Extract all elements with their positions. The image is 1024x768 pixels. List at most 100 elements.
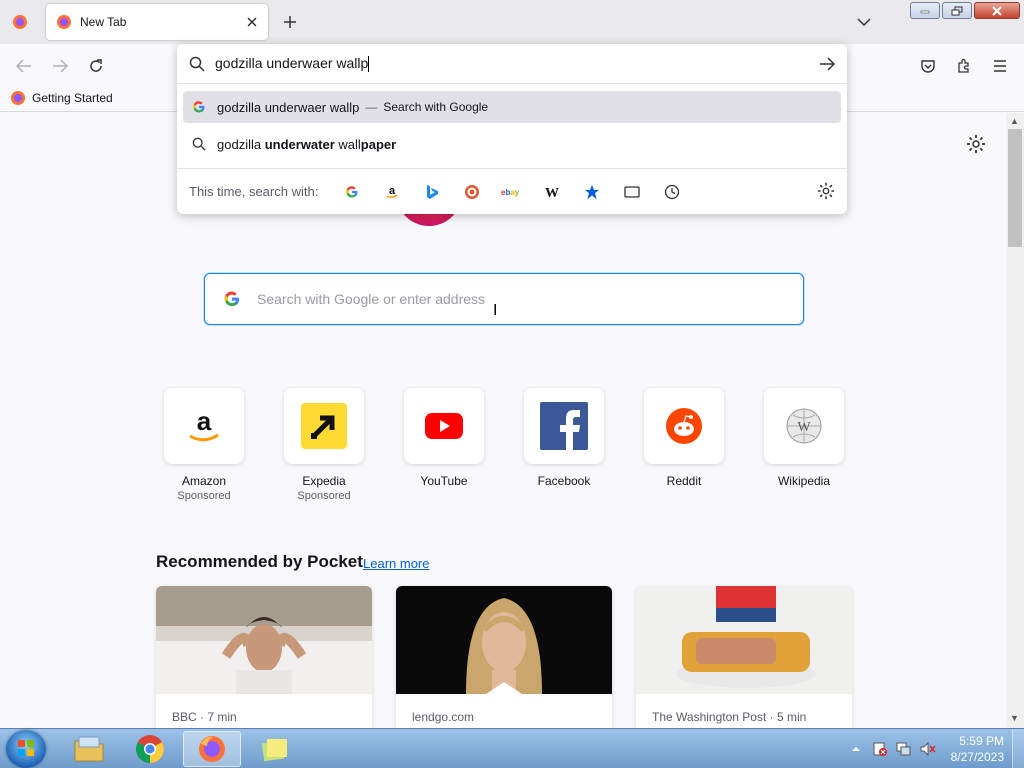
tab-icon — [624, 185, 640, 198]
scrollbar-thumb[interactable] — [1008, 129, 1022, 247]
firefox-view-button[interactable] — [6, 8, 34, 36]
show-hidden-icons-icon[interactable] — [848, 742, 864, 756]
chevron-down-icon — [857, 18, 871, 26]
oneoff-ebay-button[interactable]: ebay — [492, 178, 532, 206]
search-icon — [189, 56, 205, 72]
facebook-icon — [540, 402, 588, 450]
bing-icon — [427, 184, 439, 199]
back-button[interactable] — [10, 52, 38, 80]
go-button[interactable] — [817, 54, 837, 74]
amazon-tile: a — [164, 388, 244, 464]
puzzle-icon — [958, 58, 969, 73]
bookmark-label: Getting Started — [32, 91, 113, 105]
oneoff-history-button[interactable] — [652, 178, 692, 206]
suggestion-bold-2: paper — [360, 136, 397, 152]
oneoff-tabs-button[interactable] — [612, 178, 652, 206]
urlbar-popup: godzilla underwaer wallp godzilla underw… — [177, 44, 847, 214]
page-scrollbar[interactable]: ▲ ▼ — [1006, 113, 1024, 728]
taskbar-firefox[interactable] — [183, 731, 241, 767]
clock-date[interactable]: 8/27/2023 — [951, 750, 1004, 764]
network-icon[interactable] — [896, 742, 912, 756]
expedia-icon — [301, 403, 347, 449]
firefox-icon — [13, 15, 27, 29]
suggestion-mid: wall — [334, 136, 361, 152]
pocket-card[interactable]: BBC · 7 min — [156, 586, 372, 731]
tab-close-button[interactable] — [240, 10, 264, 34]
tab-new-tab[interactable]: New Tab — [46, 4, 268, 40]
restore-button[interactable] — [942, 2, 972, 19]
reload-button[interactable] — [82, 52, 110, 80]
scroll-down-arrow-icon[interactable]: ▼ — [1010, 713, 1019, 723]
pocket-card-source: lendgo.com — [412, 710, 475, 724]
clock-time[interactable]: 5:59 PM — [959, 734, 1004, 748]
bookmark-getting-started[interactable]: Getting Started — [10, 90, 113, 106]
urlbar-result-suggestion[interactable]: godzilla underwater wall paper — [183, 128, 841, 160]
top-site-youtube[interactable]: YouTube — [404, 388, 484, 488]
taskbar-sticky-notes[interactable] — [245, 731, 303, 767]
app-menu-button[interactable] — [986, 52, 1014, 80]
urlbar-result-search[interactable]: godzilla underwaer wallp — Search with G… — [183, 91, 841, 123]
tab-strip: New Tab — [0, 0, 1024, 44]
tile-name: Reddit — [666, 474, 702, 488]
suggestion-prefix: godzilla — [217, 136, 265, 152]
action-center-icon[interactable] — [872, 742, 888, 756]
pocket-heading: Recommended by Pocket — [156, 552, 363, 571]
show-desktop-button[interactable] — [1012, 729, 1024, 768]
newtab-search-box[interactable]: Search with Google or enter address — [204, 273, 804, 325]
taskbar-chrome[interactable] — [121, 731, 179, 767]
top-site-facebook[interactable]: Facebook — [524, 388, 604, 488]
newtab-settings-button[interactable] — [966, 134, 986, 154]
oneoff-amazon-button[interactable]: a — [372, 178, 412, 206]
pocket-card-image — [636, 586, 852, 694]
oneoff-bookmarks-button[interactable] — [572, 178, 612, 206]
expedia-tile — [284, 388, 364, 464]
top-sites: a Amazon Sponsored Expedia Sponsored You… — [164, 388, 854, 508]
arrow-left-icon — [16, 59, 31, 73]
new-tab-button[interactable] — [278, 8, 302, 36]
pocket-learn-more-link[interactable]: Learn more — [363, 556, 429, 571]
urlbar-text: godzilla underwaer wallp — [215, 55, 369, 71]
star-icon — [585, 184, 600, 199]
clock-icon — [665, 184, 680, 199]
list-all-tabs-button[interactable] — [852, 10, 876, 34]
top-site-expedia[interactable]: Expedia Sponsored — [284, 388, 364, 502]
oneoff-google-button[interactable] — [332, 178, 372, 206]
arrow-right-icon — [53, 59, 68, 73]
oneoff-duckduckgo-button[interactable] — [452, 178, 492, 206]
youtube-tile — [404, 388, 484, 464]
reddit-icon — [666, 408, 702, 444]
search-icon — [191, 136, 207, 152]
urlbar[interactable]: godzilla underwaer wallp — [177, 44, 847, 84]
google-icon — [224, 291, 240, 307]
tile-name: Expedia — [302, 474, 346, 488]
search-settings-button[interactable] — [817, 182, 837, 202]
windows-logo-icon — [18, 740, 34, 756]
wikipedia-tile: W — [764, 388, 844, 464]
taskbar-file-explorer[interactable] — [60, 731, 118, 767]
top-site-wikipedia[interactable]: W Wikipedia — [764, 388, 844, 488]
duckduckgo-icon — [465, 184, 480, 199]
reddit-tile — [644, 388, 724, 464]
urlbar-input[interactable]: godzilla underwaer wallp — [215, 55, 805, 73]
firefox-icon — [11, 91, 25, 105]
taskbar: 5:59 PM 8/27/2023 — [0, 728, 1024, 768]
wikipedia-icon: W — [545, 186, 559, 199]
youtube-icon — [425, 413, 463, 439]
arrow-right-icon — [820, 57, 835, 71]
scroll-up-arrow-icon[interactable]: ▲ — [1010, 116, 1019, 126]
save-to-pocket-button[interactable] — [914, 52, 942, 80]
oneoff-bing-button[interactable] — [412, 178, 452, 206]
close-window-button[interactable] — [974, 2, 1020, 19]
result-text: godzilla underwaer wallp — [217, 99, 360, 115]
top-site-reddit[interactable]: Reddit — [644, 388, 724, 488]
pocket-card[interactable]: lendgo.com — [396, 586, 612, 731]
start-button[interactable] — [6, 730, 46, 768]
minimize-button[interactable] — [910, 2, 940, 19]
extensions-button[interactable] — [950, 52, 978, 80]
forward-button[interactable] — [46, 52, 74, 80]
top-site-amazon[interactable]: a Amazon Sponsored — [164, 388, 244, 502]
oneoff-wikipedia-button[interactable]: W — [532, 178, 572, 206]
svg-text:a: a — [197, 408, 212, 436]
pocket-card[interactable]: The Washington Post · 5 min — [636, 586, 852, 731]
volume-muted-icon[interactable] — [920, 742, 936, 756]
